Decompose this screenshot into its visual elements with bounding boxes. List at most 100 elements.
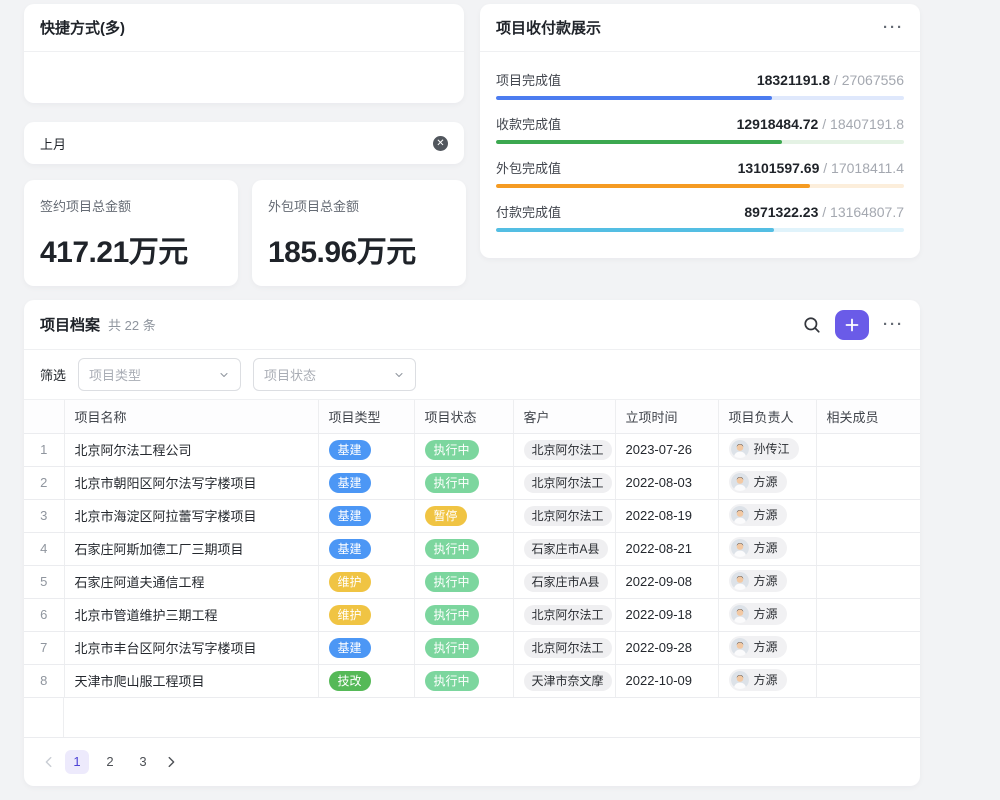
row-number: 4 <box>24 532 64 565</box>
date-filter-chip: 上月 ✕ <box>24 122 464 164</box>
column-header[interactable]: 项目名称 <box>64 400 318 433</box>
project-name-cell: 北京市海淀区阿拉蕾写字楼项目 <box>64 499 318 532</box>
table-row[interactable]: 4 石家庄阿斯加德工厂三期项目 基建 执行中 石家庄市A县 2022-08-21… <box>24 532 920 565</box>
customer-cell: 北京阿尔法工 <box>513 631 615 664</box>
date-cell: 2022-08-03 <box>615 466 718 499</box>
date-cell: 2022-08-19 <box>615 499 718 532</box>
tag-pill: 维护 <box>329 572 371 592</box>
tag-pill: 基建 <box>329 440 371 460</box>
add-record-button[interactable] <box>835 310 869 340</box>
project-status-cell: 执行中 <box>414 664 513 697</box>
project-type-cell: 基建 <box>318 499 414 532</box>
search-icon[interactable] <box>803 316 821 334</box>
pagination: 123 <box>24 738 920 786</box>
column-header[interactable]: 立项时间 <box>615 400 718 433</box>
avatar <box>731 539 749 557</box>
progress-value: 12918484.72 / 18407191.8 <box>737 116 904 132</box>
manager-cell: 孙传江 <box>718 433 816 466</box>
column-header[interactable]: 项目负责人 <box>718 400 816 433</box>
progress-row: 外包完成值 13101597.69 / 17018411.4 <box>496 148 904 192</box>
metric-value: 417.21万元 <box>40 227 222 271</box>
filter-bar: 筛选 项目类型 项目状态 <box>24 350 920 400</box>
pagination-page-1[interactable]: 1 <box>65 750 89 774</box>
pagination-next-icon[interactable] <box>164 755 178 769</box>
table-row[interactable]: 1 北京阿尔法工程公司 基建 执行中 北京阿尔法工 2023-07-26 孙传江 <box>24 433 920 466</box>
payments-card-title: 项目收付款展示 <box>496 17 601 38</box>
chevron-down-icon <box>393 369 405 381</box>
filter-bar-label: 筛选 <box>40 365 66 384</box>
project-name-cell: 石家庄阿斯加德工厂三期项目 <box>64 532 318 565</box>
progress-value: 13101597.69 / 17018411.4 <box>738 160 904 176</box>
avatar <box>731 473 749 491</box>
row-number: 8 <box>24 664 64 697</box>
tag-pill: 执行中 <box>425 572 479 592</box>
column-header-index <box>24 400 64 433</box>
project-name-cell: 天津市爬山服工程项目 <box>64 664 318 697</box>
table-row[interactable]: 7 北京市丰台区阿尔法写字楼项目 基建 执行中 北京阿尔法工 2022-09-2… <box>24 631 920 664</box>
tag-pill: 暂停 <box>425 506 467 526</box>
payments-overview-card: 项目收付款展示 ··· 项目完成值 18321191.8 / 27067556 … <box>480 4 920 258</box>
project-name-cell: 北京阿尔法工程公司 <box>64 433 318 466</box>
progress-value: 8971322.23 / 13164807.7 <box>744 204 904 220</box>
project-status-cell: 执行中 <box>414 631 513 664</box>
close-circle-icon[interactable]: ✕ <box>433 136 448 151</box>
progress-label: 外包完成值 <box>496 158 561 177</box>
progress-row: 付款完成值 8971322.23 / 13164807.7 <box>496 192 904 236</box>
project-status-cell: 执行中 <box>414 466 513 499</box>
members-cell <box>816 598 920 631</box>
progress-bar <box>496 184 904 188</box>
project-status-cell: 执行中 <box>414 532 513 565</box>
shortcuts-card-title: 快捷方式(多) <box>40 17 125 38</box>
table-row[interactable]: 2 北京市朝阳区阿尔法写字楼项目 基建 执行中 北京阿尔法工 2022-08-0… <box>24 466 920 499</box>
avatar <box>731 440 749 458</box>
customer-cell: 北京阿尔法工 <box>513 466 615 499</box>
progress-bar <box>496 140 904 144</box>
more-icon[interactable]: ··· <box>883 316 904 333</box>
members-cell <box>816 532 920 565</box>
project-type-cell: 基建 <box>318 631 414 664</box>
metric-value: 185.96万元 <box>268 227 450 271</box>
metric-card-signed-total: 签约项目总金额 417.21万元 <box>24 180 238 286</box>
table-row[interactable]: 5 石家庄阿道夫通信工程 维护 执行中 石家庄市A县 2022-09-08 方源 <box>24 565 920 598</box>
progress-list: 项目完成值 18321191.8 / 27067556 收款完成值 129184… <box>480 52 920 236</box>
pagination-prev-icon[interactable] <box>42 755 56 769</box>
customer-cell: 北京阿尔法工 <box>513 433 615 466</box>
row-number: 2 <box>24 466 64 499</box>
members-cell <box>816 466 920 499</box>
row-number: 6 <box>24 598 64 631</box>
avatar <box>731 605 749 623</box>
chevron-down-icon <box>218 369 230 381</box>
tag-pill: 维护 <box>329 605 371 625</box>
progress-row: 收款完成值 12918484.72 / 18407191.8 <box>496 104 904 148</box>
table-card-title: 项目档案 <box>40 314 100 335</box>
pagination-page-2[interactable]: 2 <box>98 750 122 774</box>
project-type-select[interactable]: 项目类型 <box>78 358 241 391</box>
project-status-select[interactable]: 项目状态 <box>253 358 416 391</box>
select-placeholder: 项目类型 <box>89 365 141 384</box>
more-icon[interactable]: ··· <box>883 19 904 36</box>
project-type-cell: 基建 <box>318 466 414 499</box>
payments-card-header: 项目收付款展示 ··· <box>480 4 920 52</box>
metric-label: 签约项目总金额 <box>40 196 222 215</box>
metric-card-outsourced-total: 外包项目总金额 185.96万元 <box>252 180 466 286</box>
column-header[interactable]: 客户 <box>513 400 615 433</box>
column-header[interactable]: 相关成员 <box>816 400 920 433</box>
pagination-page-3[interactable]: 3 <box>131 750 155 774</box>
tag-pill: 基建 <box>329 473 371 493</box>
record-count: 共 22 条 <box>108 315 156 334</box>
project-status-cell: 执行中 <box>414 433 513 466</box>
table-row[interactable]: 3 北京市海淀区阿拉蕾写字楼项目 基建 暂停 北京阿尔法工 2022-08-19… <box>24 499 920 532</box>
column-header[interactable]: 项目类型 <box>318 400 414 433</box>
project-archive-card: 项目档案 共 22 条 ··· 筛选 项目类型 项目状态 项目名称项目类型项目状… <box>24 300 920 786</box>
members-cell <box>816 499 920 532</box>
table-row[interactable]: 6 北京市管道维护三期工程 维护 执行中 北京阿尔法工 2022-09-18 方… <box>24 598 920 631</box>
row-number: 1 <box>24 433 64 466</box>
table-row[interactable]: 8 天津市爬山服工程项目 技改 执行中 天津市奈文摩 2022-10-09 方源 <box>24 664 920 697</box>
column-header[interactable]: 项目状态 <box>414 400 513 433</box>
avatar <box>731 506 749 524</box>
manager-cell: 方源 <box>718 532 816 565</box>
members-cell <box>816 664 920 697</box>
members-cell <box>816 631 920 664</box>
tag-pill: 基建 <box>329 506 371 526</box>
row-number: 5 <box>24 565 64 598</box>
